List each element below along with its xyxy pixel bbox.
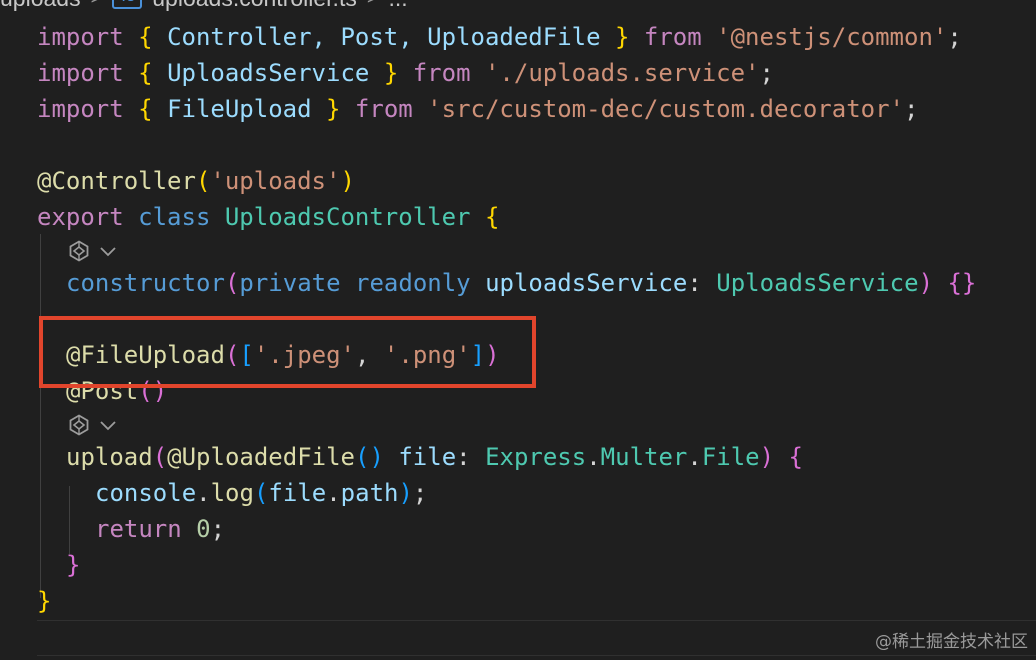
code-line-close-class: } <box>37 587 52 615</box>
code-line-6: export class UploadsController { <box>37 203 500 231</box>
code-line-2: import { UploadsService } from './upload… <box>37 59 774 87</box>
chevron-down-icon[interactable] <box>99 245 117 257</box>
copilot-icon[interactable] <box>67 239 91 263</box>
codelens-actions[interactable] <box>67 238 117 264</box>
chevron-down-icon[interactable] <box>99 419 117 431</box>
code-line-5: @Controller('uploads') <box>37 167 355 195</box>
watermark: @稀土掘金技术社区 <box>875 632 1028 652</box>
code-line-console-log: console.log(file.path); <box>95 479 428 507</box>
code-line-constructor: constructor(private readonly uploadsServ… <box>66 269 977 297</box>
code-line-close-method: } <box>66 551 81 579</box>
code-line-upload: upload(@UploadedFile() file: Express.Mul… <box>66 443 803 471</box>
code-line-return: return 0; <box>95 515 226 543</box>
code-line-1: import { Controller, Post, UploadedFile … <box>37 23 962 51</box>
code-line-3: import { FileUpload } from 'src/custom-d… <box>37 95 919 123</box>
code-editor[interactable]: uploads > TS uploads.controller.ts > ...… <box>0 0 1036 660</box>
copilot-icon[interactable] <box>67 413 91 437</box>
annotation-highlight-box <box>39 316 536 388</box>
codelens-actions-2[interactable] <box>67 412 117 438</box>
